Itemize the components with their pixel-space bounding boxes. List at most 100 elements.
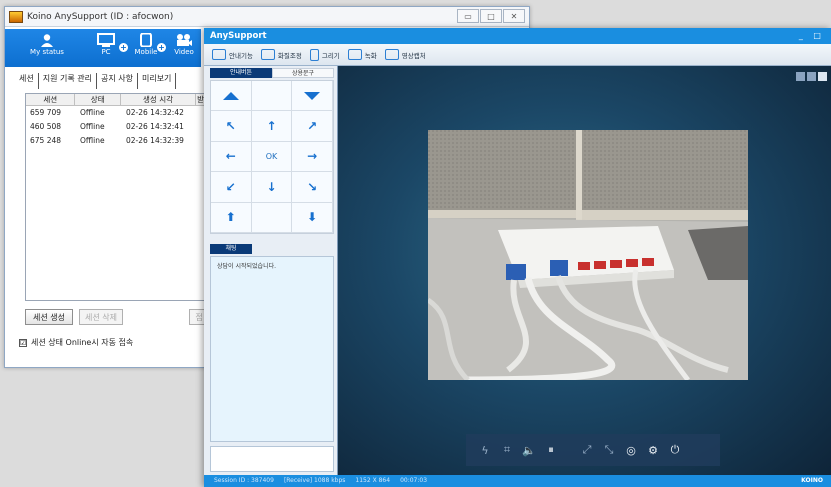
remote-view[interactable]: ϟ ⌗ 🔈 ⏸ ⤢ ⤡ ◎ ⚙ ⏻	[338, 66, 831, 475]
create-session-button[interactable]: 세션 생성	[25, 309, 73, 325]
close-button[interactable]: ✕	[503, 9, 525, 23]
delete-session-button[interactable]: 세션 삭제	[79, 309, 123, 325]
maximize-button[interactable]: □	[480, 9, 502, 23]
arrow-left-icon: ←	[225, 149, 236, 164]
tilt-down-icon	[304, 91, 321, 100]
chat-log: 상담이 시작되었습니다.	[210, 256, 334, 442]
arrow-down-button[interactable]: ↓	[251, 172, 293, 203]
session-list[interactable]: 세션 상태 생성 시각 받 659 709 Offline 02-26 14:3…	[25, 93, 207, 301]
anysupport-viewer-window: AnySupport _ □ 안내기능 화질조정 그리기 녹화 영상캡처 안내버…	[204, 28, 831, 487]
plus-pc-icon[interactable]: +	[119, 43, 128, 52]
arrow-down-left-button[interactable]: ↙	[211, 172, 252, 203]
my-status-button[interactable]: My status	[27, 33, 67, 56]
arrow-down-left-icon: ↙	[225, 179, 236, 194]
receive-rate-text: [Receive] 1088 kbps	[283, 477, 346, 484]
thick-up-arrow-icon: ⬆	[225, 210, 236, 225]
viewer-side-panel: 안내버튼 상용문구 ↖ ↑ ↗ ← OK → ↙ ↓ ↘ ⬆ ⬇ 채팅 상담이 …	[204, 66, 338, 475]
table-row[interactable]: 460 508 Offline 02-26 14:32:41	[26, 120, 206, 134]
layout-button-1[interactable]	[796, 72, 805, 81]
minimize-button[interactable]: ▭	[457, 9, 479, 23]
tab-phrases[interactable]: 상용문구	[272, 68, 334, 78]
settings-icon[interactable]: ⚙	[646, 443, 660, 457]
left-window-title: Koino AnySupport (ID : afocwon)	[27, 11, 174, 22]
blank-pad	[251, 81, 293, 112]
table-row[interactable]: 675 248 Offline 02-26 14:32:39	[26, 134, 206, 148]
tab-history[interactable]: 지원 기록 관리	[39, 73, 97, 89]
speaker-icon[interactable]: 🔈	[522, 443, 536, 457]
remote-camera-image	[428, 130, 748, 380]
quality-icon	[260, 49, 275, 60]
arrow-down-right-button[interactable]: ↘	[292, 172, 333, 203]
router-photo	[428, 130, 748, 380]
tab-preview[interactable]: 미리보기	[138, 73, 177, 89]
tab-chat[interactable]: 채팅	[210, 244, 252, 254]
tilt-up-button[interactable]	[211, 81, 252, 112]
mobile-icon	[140, 33, 152, 47]
arrow-up-left-button[interactable]: ↖	[211, 111, 252, 142]
left-title-bar[interactable]: Koino AnySupport (ID : afocwon) ▭ □ ✕	[5, 7, 529, 27]
chat-input[interactable]	[210, 446, 334, 472]
desktop: Koino AnySupport (ID : afocwon) ▭ □ ✕ My…	[0, 0, 831, 487]
column-session[interactable]: 세션	[26, 94, 76, 105]
tab-notice[interactable]: 공지 사항	[97, 73, 138, 89]
arrow-up-left-icon: ↖	[225, 119, 236, 134]
expand-icon[interactable]: ⤢	[580, 443, 594, 457]
quality-adjust-button[interactable]: 화질조정	[260, 49, 302, 60]
view-layout-buttons	[796, 72, 827, 81]
capture-button[interactable]: 영상캡처	[384, 49, 426, 60]
shrink-icon[interactable]: ⤡	[602, 443, 616, 457]
tab-session[interactable]: 세션	[19, 73, 39, 89]
guide-function-button[interactable]: 안내기능	[212, 49, 253, 60]
arrow-left-button[interactable]: ←	[211, 141, 252, 173]
elapsed-time-text: 00:07:03	[400, 477, 428, 484]
arrow-up-right-icon: ↗	[307, 119, 318, 134]
auto-connect-checkbox[interactable]: ☑	[19, 338, 27, 347]
viewer-title-bar[interactable]: AnySupport _ □	[204, 28, 831, 44]
zoom-out-button[interactable]: ⬇	[292, 202, 333, 233]
monitor-icon	[212, 49, 226, 60]
arrow-right-button[interactable]: →	[292, 141, 333, 173]
left-toolbar: My status PC + Mobile + Video	[5, 29, 201, 67]
tilt-down-button[interactable]	[292, 81, 333, 112]
viewer-window-controls[interactable]: _ □	[799, 28, 825, 44]
layout-button-3[interactable]	[818, 72, 827, 81]
blank-pad	[251, 202, 293, 233]
layout-button-2[interactable]	[807, 72, 816, 81]
record-circle-icon[interactable]: ◎	[624, 443, 638, 457]
remote-control-bar: ϟ ⌗ 🔈 ⏸ ⤢ ⤡ ◎ ⚙ ⏻	[466, 434, 720, 466]
auto-connect-label: 세션 상태 Online시 자동 접속	[31, 338, 134, 347]
ok-button[interactable]: OK	[251, 141, 293, 173]
koino-logo: KOINO	[801, 477, 823, 484]
tab-guide-buttons[interactable]: 안내버튼	[210, 68, 272, 78]
viewer-title: AnySupport	[210, 31, 267, 41]
auto-connect-row: ☑ 세션 상태 Online시 자동 접속	[19, 337, 133, 348]
video-button[interactable]: Video	[169, 33, 199, 56]
draw-button[interactable]: 그리기	[309, 48, 340, 61]
arrow-right-icon: →	[307, 149, 318, 164]
power-icon[interactable]: ⏻	[668, 443, 682, 457]
flash-icon[interactable]: ϟ	[478, 443, 492, 457]
chat-message: 상담이 시작되었습니다.	[217, 263, 277, 270]
focus-icon[interactable]: ⌗	[500, 443, 514, 457]
pause-icon[interactable]: ⏸	[544, 443, 558, 457]
pencil-icon	[309, 48, 319, 61]
app-logo-icon	[9, 10, 23, 23]
left-tabs: 세션 지원 기록 관리 공지 사항 미리보기	[19, 73, 177, 89]
arrow-up-right-button[interactable]: ↗	[292, 111, 333, 142]
record-button[interactable]: 녹화	[347, 49, 377, 60]
plus-mobile-icon[interactable]: +	[157, 43, 166, 52]
table-row[interactable]: 659 709 Offline 02-26 14:32:42	[26, 106, 206, 120]
video-camera-icon	[177, 34, 192, 46]
column-created[interactable]: 생성 시각	[121, 94, 197, 105]
side-tabs: 안내버튼 상용문구	[210, 68, 334, 78]
viewer-status-bar: Session ID : 387409 [Receive] 1088 kbps …	[204, 475, 831, 487]
arrow-up-button[interactable]: ↑	[251, 111, 293, 142]
column-status[interactable]: 상태	[75, 94, 121, 105]
direction-pad: ↖ ↑ ↗ ← OK → ↙ ↓ ↘ ⬆ ⬇	[210, 80, 334, 234]
arrow-up-icon: ↑	[266, 119, 277, 134]
session-list-header: 세션 상태 생성 시각 받	[26, 94, 206, 106]
session-id-text: Session ID : 387409	[214, 477, 274, 484]
pc-button[interactable]: PC	[91, 33, 121, 56]
thick-down-arrow-icon: ⬇	[307, 210, 318, 225]
zoom-in-button[interactable]: ⬆	[211, 202, 252, 233]
